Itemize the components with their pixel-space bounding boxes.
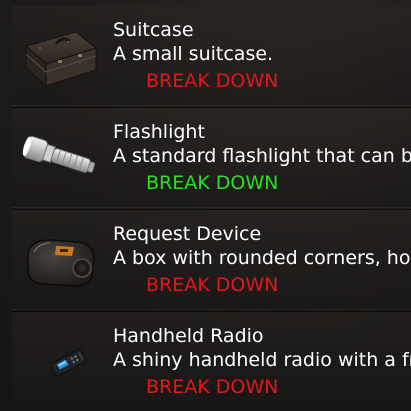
list-item-request-device[interactable]: Request Device A box with rounded corner…: [12, 209, 411, 310]
flashlight-icon: [20, 126, 100, 190]
list-item-flashlight[interactable]: Flashlight A standard flashlight that ca…: [12, 107, 411, 208]
item-description: A standard flashlight that can be: [113, 145, 411, 167]
break-down-button[interactable]: BREAK DOWN: [146, 376, 278, 398]
handheld-radio-icon: [20, 330, 100, 394]
suitcase-icon: [20, 24, 100, 88]
list-item-handheld-radio[interactable]: Handheld Radio A shiny handheld radio wi…: [12, 311, 411, 411]
break-down-button[interactable]: BREAK DOWN: [146, 172, 278, 194]
item-name: Suitcase: [113, 19, 194, 41]
item-name: Request Device: [113, 223, 262, 245]
break-down-button[interactable]: BREAK DOWN: [146, 274, 278, 296]
item-description: A small suitcase.: [113, 43, 274, 65]
item-name: Flashlight: [113, 121, 205, 143]
request-device-icon: [20, 228, 100, 292]
break-down-button[interactable]: BREAK DOWN: [146, 70, 278, 92]
list-item-suitcase[interactable]: Suitcase A small suitcase. BREAK DOWN: [12, 6, 411, 106]
item-name: Handheld Radio: [113, 325, 264, 347]
item-description: A box with rounded corners, hou: [113, 247, 411, 269]
item-list: Suitcase A small suitcase. BREAK DOWN Fl…: [12, 6, 411, 411]
inventory-panel: Suitcase A small suitcase. BREAK DOWN Fl…: [0, 0, 411, 411]
item-description: A shiny handheld radio with a fre: [113, 349, 411, 371]
